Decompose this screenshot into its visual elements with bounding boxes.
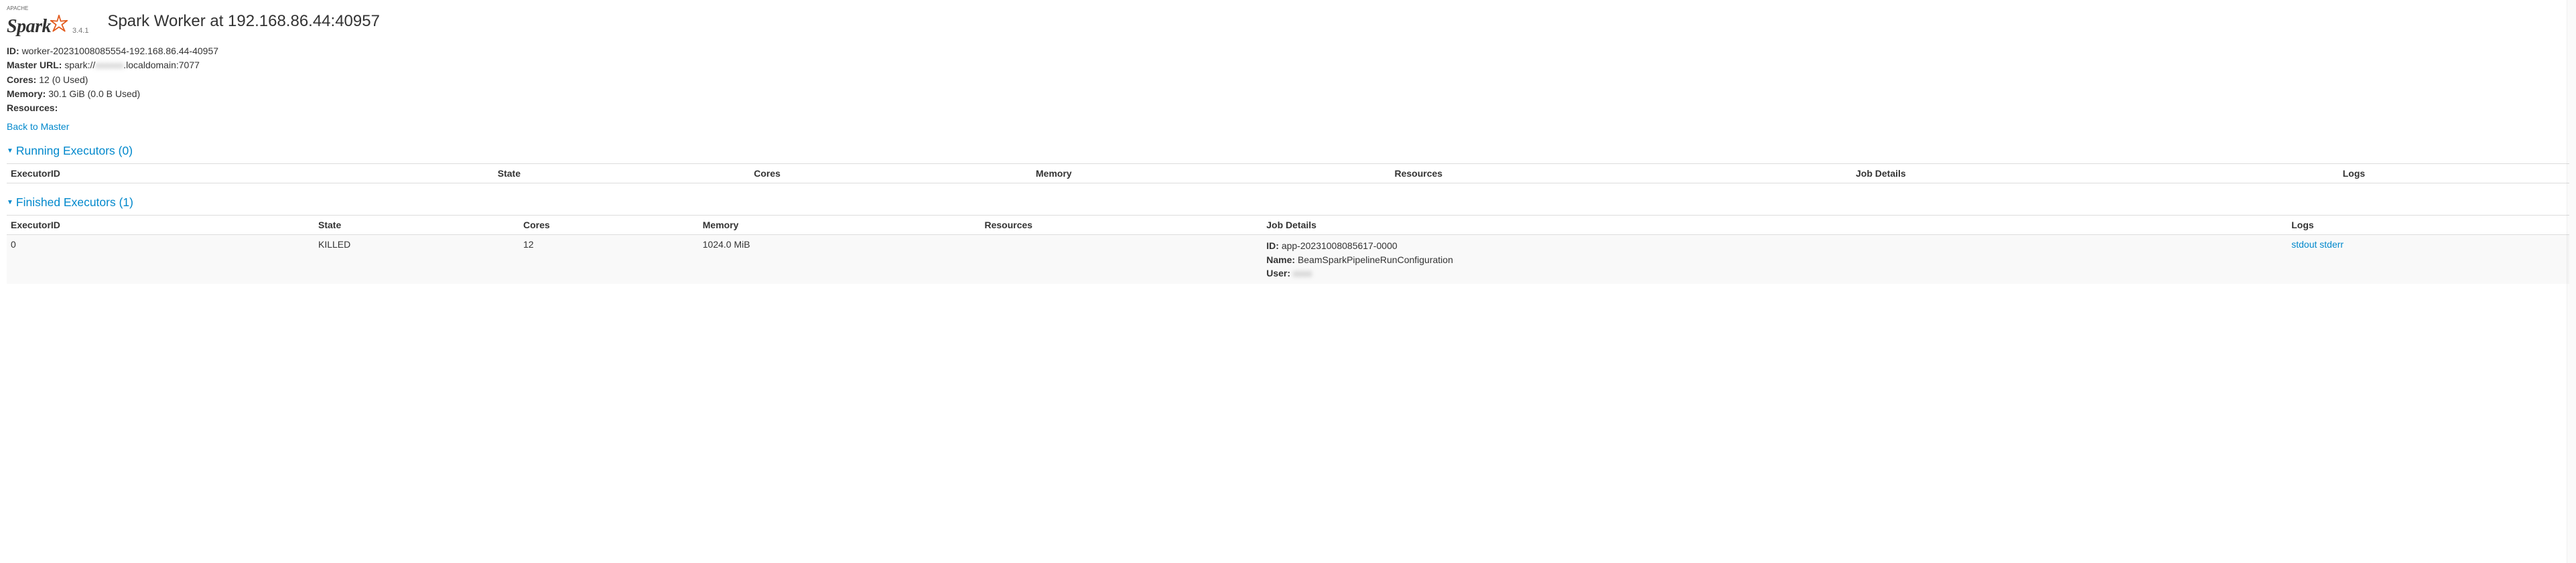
- table-row: 0 KILLED 12 1024.0 MiB ID: app-202310080…: [7, 235, 2569, 284]
- col-resources[interactable]: Resources: [1391, 164, 1852, 183]
- stdout-link[interactable]: stdout: [2291, 239, 2317, 250]
- col-resources[interactable]: Resources: [981, 216, 1263, 235]
- cell-cores: 12: [519, 235, 699, 284]
- spark-brand[interactable]: APACHE Spark 3.4.1: [7, 5, 88, 37]
- spark-star-icon: [50, 15, 68, 33]
- cell-executorid: 0: [7, 235, 314, 284]
- running-executors-title: Running Executors (0): [16, 144, 133, 158]
- brand-superscript: APACHE: [7, 5, 28, 11]
- stderr-link[interactable]: stderr: [2319, 239, 2344, 250]
- master-url-suffix: .localdomain:7077: [123, 60, 200, 70]
- running-executors-toggle[interactable]: ▼ Running Executors (0): [7, 144, 2569, 158]
- col-cores[interactable]: Cores: [519, 216, 699, 235]
- resources-label: Resources:: [7, 102, 58, 113]
- scrollbar[interactable]: [2567, 0, 2576, 563]
- cell-logs: stdout stderr: [2287, 235, 2569, 284]
- col-state[interactable]: State: [314, 216, 519, 235]
- col-executorid[interactable]: ExecutorID: [7, 216, 314, 235]
- caret-down-icon: ▼: [7, 199, 13, 206]
- master-url-host: xxxxxx: [95, 60, 123, 70]
- col-logs[interactable]: Logs: [2339, 164, 2569, 183]
- cell-memory: 1024.0 MiB: [699, 235, 981, 284]
- running-executors-table: ExecutorID State Cores Memory Resources …: [7, 163, 2569, 183]
- cell-resources: [981, 235, 1263, 284]
- col-memory[interactable]: Memory: [699, 216, 981, 235]
- memory-value: 30.1 GiB (0.0 B Used): [48, 88, 140, 99]
- master-url-label: Master URL:: [7, 60, 62, 70]
- cell-jobdetails: ID: app-20231008085617-0000 Name: BeamSp…: [1262, 235, 2287, 284]
- master-url-prefix: spark://: [64, 60, 95, 70]
- job-id: app-20231008085617-0000: [1282, 240, 1398, 251]
- col-logs[interactable]: Logs: [2287, 216, 2569, 235]
- finished-executors-table: ExecutorID State Cores Memory Resources …: [7, 215, 2569, 284]
- caret-down-icon: ▼: [7, 147, 13, 155]
- col-jobdetails[interactable]: Job Details: [1262, 216, 2287, 235]
- worker-id-label: ID:: [7, 46, 19, 56]
- cores-label: Cores:: [7, 74, 36, 85]
- col-cores[interactable]: Cores: [750, 164, 1032, 183]
- job-user-label: User:: [1266, 268, 1290, 278]
- worker-properties: ID: worker-20231008085554-192.168.86.44-…: [7, 44, 2569, 132]
- cell-state: KILLED: [314, 235, 519, 284]
- cores-value: 12 (0 Used): [39, 74, 88, 85]
- job-id-label: ID:: [1266, 240, 1279, 251]
- col-state[interactable]: State: [494, 164, 750, 183]
- finished-executors-toggle[interactable]: ▼ Finished Executors (1): [7, 195, 2569, 210]
- page-title: Spark Worker at 192.168.86.44:40957: [107, 12, 380, 31]
- memory-label: Memory:: [7, 88, 46, 99]
- finished-executors-title: Finished Executors (1): [16, 195, 133, 210]
- job-user: xxxx: [1293, 268, 1312, 278]
- col-jobdetails[interactable]: Job Details: [1852, 164, 2339, 183]
- back-to-master-link[interactable]: Back to Master: [7, 121, 69, 132]
- brand-version: 3.4.1: [72, 27, 88, 35]
- brand-name: Spark: [7, 16, 51, 37]
- job-name: BeamSparkPipelineRunConfiguration: [1298, 254, 1453, 265]
- col-executorid[interactable]: ExecutorID: [7, 164, 494, 183]
- worker-id: worker-20231008085554-192.168.86.44-4095…: [22, 46, 218, 56]
- col-memory[interactable]: Memory: [1032, 164, 1391, 183]
- job-name-label: Name:: [1266, 254, 1295, 265]
